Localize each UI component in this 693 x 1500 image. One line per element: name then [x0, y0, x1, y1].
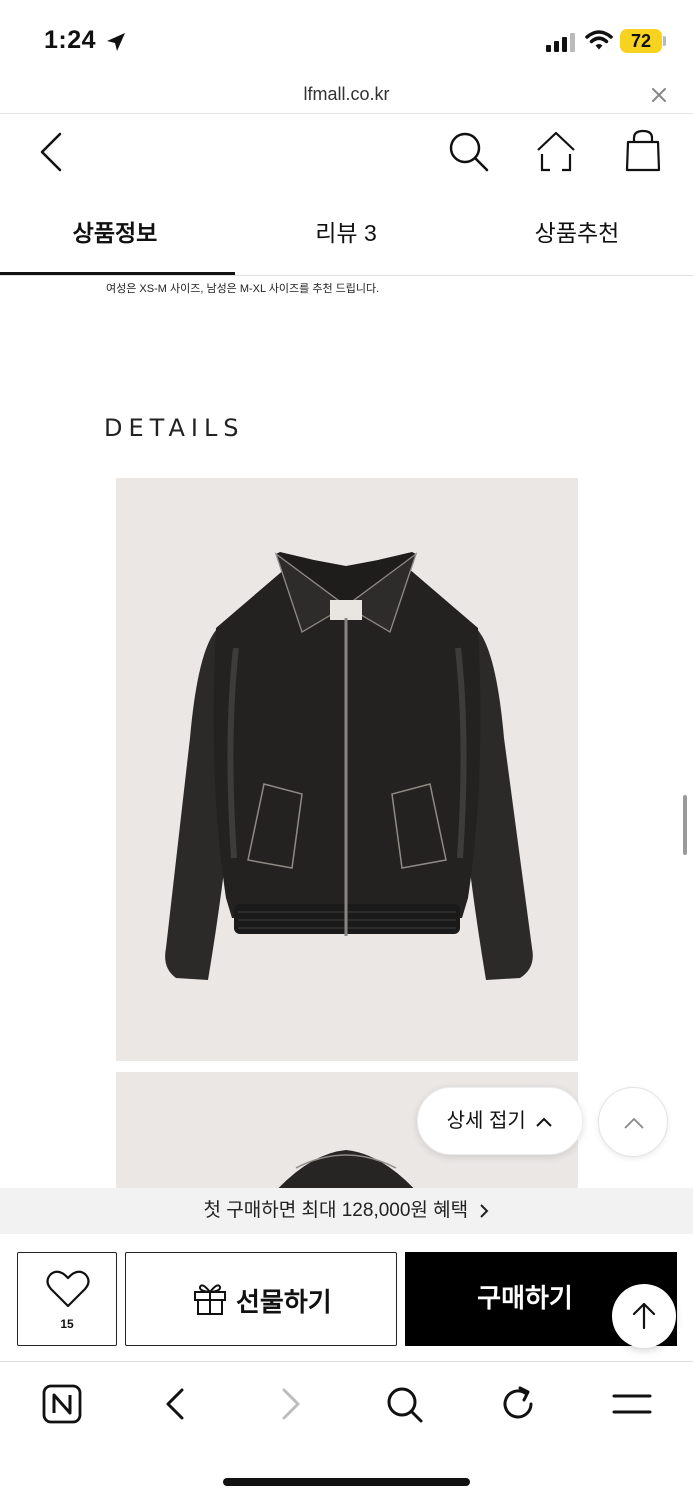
- menu-icon[interactable]: [612, 1384, 652, 1424]
- size-recommendation-text: 여성은 XS-M 사이즈, 남성은 M-XL 사이즈를 추천 드립니다.: [106, 283, 380, 295]
- home-icon[interactable]: [535, 130, 577, 174]
- first-purchase-banner[interactable]: 첫 구매하면 최대 128,000원 혜택: [0, 1188, 693, 1234]
- close-icon[interactable]: [650, 86, 668, 104]
- reload-icon[interactable]: [498, 1384, 538, 1424]
- naver-n-icon[interactable]: [42, 1384, 82, 1424]
- wishlist-button[interactable]: 15: [17, 1252, 117, 1346]
- tab-recommended[interactable]: 상품추천: [462, 214, 692, 248]
- promo-text: 첫 구매하면 최대 128,000원 혜택: [203, 1200, 469, 1221]
- tab-product-info[interactable]: 상품정보: [0, 214, 230, 248]
- collapse-details-label: 상세 접기: [446, 1110, 526, 1132]
- shopping-bag-icon[interactable]: [624, 128, 662, 174]
- wishlist-count: 15: [60, 1317, 74, 1331]
- tab-reviews[interactable]: 리뷰 3: [231, 214, 461, 248]
- search-icon[interactable]: [447, 130, 491, 174]
- purchase-action-bar: 15 선물하기 구매하기: [0, 1234, 693, 1362]
- leather-jacket-image: [165, 552, 533, 980]
- details-heading: DETAILS: [104, 414, 245, 442]
- url-bar[interactable]: lfmall.co.kr: [0, 80, 693, 114]
- scroll-top-button[interactable]: [598, 1087, 668, 1157]
- url-domain[interactable]: lfmall.co.kr: [0, 84, 693, 105]
- jacket-photo-front: [116, 478, 578, 1061]
- forward-arrow-icon[interactable]: [278, 1384, 304, 1424]
- back-arrow-icon[interactable]: [162, 1384, 188, 1424]
- home-indicator[interactable]: [223, 1478, 470, 1486]
- product-detail-content[interactable]: 여성은 XS-M 사이즈, 남성은 M-XL 사이즈를 추천 드립니다. DET…: [0, 276, 693, 1188]
- chevron-up-icon: [536, 1117, 553, 1127]
- arrow-up-icon: [632, 1302, 656, 1330]
- product-tabs: 상품정보 리뷰 3 상품추천: [0, 192, 693, 276]
- battery-tip: [663, 36, 666, 46]
- cellular-signal-icon: [546, 33, 575, 52]
- app-header: [0, 114, 693, 192]
- chevron-right-icon: [480, 1204, 489, 1218]
- back-to-top-button[interactable]: [612, 1284, 676, 1348]
- chevron-up-icon: [624, 1117, 644, 1129]
- heart-icon: [46, 1270, 90, 1308]
- gift-label: 선물하기: [236, 1287, 332, 1317]
- wifi-icon: [585, 30, 613, 50]
- active-tab-indicator: [0, 272, 235, 275]
- browser-toolbar: [0, 1362, 693, 1452]
- gift-icon: [194, 1284, 226, 1315]
- collapse-details-button[interactable]: 상세 접기: [417, 1087, 583, 1155]
- battery-level: 72: [620, 29, 662, 53]
- location-arrow-icon: [107, 33, 125, 51]
- status-time: 1:24: [44, 26, 97, 54]
- gift-button[interactable]: 선물하기: [125, 1252, 397, 1346]
- page-scrollbar[interactable]: [683, 795, 687, 855]
- search-icon[interactable]: [384, 1384, 424, 1424]
- back-button[interactable]: [36, 130, 66, 174]
- status-bar: 1:24 72: [0, 0, 693, 80]
